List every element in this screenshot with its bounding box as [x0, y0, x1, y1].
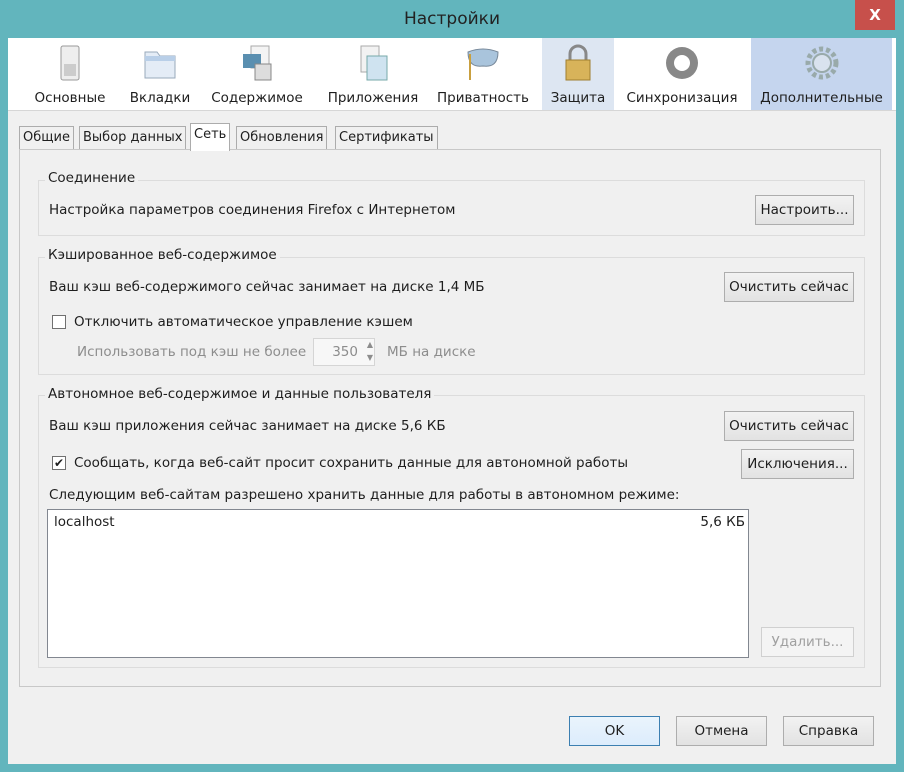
pane-label: Вкладки: [129, 90, 191, 106]
pane-label: Основные: [34, 90, 106, 106]
gear-icon: [805, 46, 838, 80]
pane-tabs[interactable]: Вкладки: [122, 38, 198, 110]
cache-limit-value: 350: [332, 344, 358, 360]
offline-sites-list[interactable]: localhost 5,6 КБ: [47, 509, 749, 658]
notify-offline-label: Сообщать, когда веб-сайт просит сохранит…: [74, 455, 628, 471]
override-cache-label: Отключить автоматическое управление кэше…: [74, 314, 413, 330]
close-button[interactable]: X: [855, 0, 895, 30]
pane-label: Приложения: [327, 90, 419, 106]
offline-title: Автономное веб-содержимое и данные польз…: [45, 386, 435, 402]
connection-title: Соединение: [45, 170, 139, 186]
cancel-button[interactable]: Отмена: [676, 716, 767, 746]
tab-data-choices[interactable]: Выбор данных: [79, 126, 187, 150]
exceptions-button[interactable]: Исключения...: [741, 449, 854, 479]
window-title: Настройки: [403, 9, 500, 29]
sync-icon: [666, 47, 698, 79]
notify-offline-checkbox[interactable]: ✔: [52, 456, 66, 470]
pane-applications[interactable]: Приложения: [318, 38, 428, 110]
pane-label: Приватность: [437, 90, 529, 106]
checkmark-icon: ✔: [53, 456, 65, 470]
tab-network[interactable]: Сеть: [190, 123, 231, 151]
site-size: 5,6 КБ: [700, 514, 745, 530]
tab-certificates[interactable]: Сертификаты: [335, 126, 438, 150]
pane-toolbar: Основные Вкладки Содержимое Приложения П…: [8, 38, 896, 111]
help-button[interactable]: Справка: [783, 716, 874, 746]
mask-icon: [467, 48, 499, 80]
clear-offline-button[interactable]: Очистить сейчас: [724, 411, 854, 441]
remove-button[interactable]: Удалить...: [761, 627, 854, 657]
override-cache-checkbox[interactable]: [52, 315, 66, 329]
connection-settings-button[interactable]: Настроить...: [755, 195, 854, 225]
applications-icon: [360, 45, 388, 81]
clear-cache-button[interactable]: Очистить сейчас: [724, 272, 854, 302]
cache-title: Кэшированное веб-содержимое: [45, 247, 280, 263]
tab-general[interactable]: Общие: [19, 126, 74, 150]
pane-label: Дополнительные: [760, 90, 883, 106]
lock-icon: [565, 44, 591, 81]
ok-button[interactable]: OK: [569, 716, 660, 746]
offline-size-text: Ваш кэш приложения сейчас занимает на ди…: [49, 418, 446, 434]
tabs-icon: [144, 51, 176, 79]
cache-limit-unit: МБ на диске: [387, 344, 476, 360]
cache-limit-stepper[interactable]: 350 ▲ ▼: [313, 338, 375, 366]
content-icon: [243, 45, 272, 81]
pane-label: Содержимое: [211, 90, 303, 106]
switch-icon: [60, 45, 80, 81]
pane-label: Синхронизация: [626, 90, 738, 106]
cache-size-text: Ваш кэш веб-содержимого сейчас занимает …: [49, 279, 485, 295]
cache-limit-label: Использовать под кэш не более: [77, 344, 307, 360]
pane-label: Защита: [550, 90, 606, 106]
pane-security[interactable]: Защита: [542, 38, 614, 110]
pane-sync[interactable]: Синхронизация: [620, 38, 744, 110]
site-name: localhost: [54, 514, 115, 530]
pane-content[interactable]: Содержимое: [204, 38, 310, 110]
connection-text: Настройка параметров соединения Firefox …: [49, 202, 456, 218]
pane-general[interactable]: Основные: [26, 38, 114, 110]
stepper-down-icon[interactable]: ▼: [367, 353, 373, 362]
offline-list-label: Следующим веб-сайтам разрешено хранить д…: [49, 487, 680, 503]
tab-updates[interactable]: Обновления: [236, 126, 328, 150]
list-item[interactable]: localhost 5,6 КБ: [48, 514, 748, 534]
pane-privacy[interactable]: Приватность: [432, 38, 534, 110]
pane-advanced[interactable]: Дополнительные: [751, 38, 892, 110]
stepper-up-icon[interactable]: ▲: [367, 340, 373, 349]
